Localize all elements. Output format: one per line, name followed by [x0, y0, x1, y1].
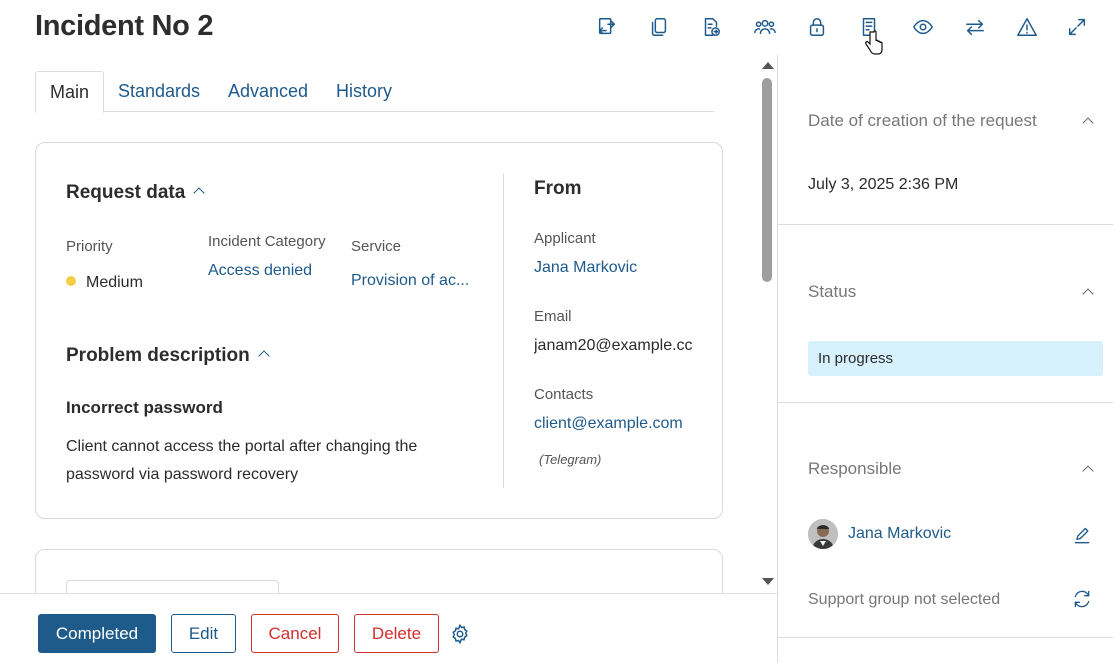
chevron-up-icon[interactable]: [1082, 288, 1094, 300]
eye-icon[interactable]: [908, 12, 938, 42]
category-link[interactable]: Access denied: [208, 262, 312, 280]
completed-button[interactable]: Completed: [38, 614, 156, 653]
edit-button[interactable]: Edit: [171, 614, 236, 653]
pencil-icon[interactable]: [1072, 526, 1092, 546]
responsible-section: Responsible Jana Markovic Support group …: [778, 403, 1113, 638]
main-scrollbar[interactable]: [760, 60, 774, 587]
lock-icon[interactable]: [802, 12, 832, 42]
chevron-up-icon[interactable]: [258, 350, 270, 362]
refresh-icon[interactable]: [1072, 589, 1092, 609]
email-label: Email: [534, 308, 572, 325]
group-icon[interactable]: [750, 12, 780, 42]
copy-icon[interactable]: [644, 12, 674, 42]
priority-value: Medium: [66, 274, 143, 292]
swap-icon[interactable]: [960, 12, 990, 42]
contacts-label: Contacts: [534, 386, 594, 403]
gear-icon[interactable]: [449, 623, 471, 645]
side-panel: Date of creation of the request July 3, …: [777, 55, 1113, 663]
applicant-link[interactable]: Jana Markovic: [534, 259, 637, 277]
expand-icon[interactable]: [1062, 12, 1092, 42]
page-title: Incident No 2: [35, 10, 214, 42]
avatar: [808, 519, 838, 549]
problem-text-line2: password via password recovery: [66, 466, 299, 483]
problem-description-header[interactable]: Problem description: [66, 345, 270, 367]
chevron-up-icon[interactable]: [1082, 117, 1094, 129]
action-footer: Completed Edit Cancel Delete: [0, 593, 777, 663]
responsible-label: Responsible: [808, 459, 902, 478]
problem-description-title: Problem description: [66, 345, 250, 366]
request-data-title: Request data: [66, 182, 186, 203]
tab-bar: Main Standards Advanced History: [35, 71, 714, 113]
transfer-icon[interactable]: [592, 12, 622, 42]
service-label: Service: [351, 238, 402, 255]
request-card: Request data Priority Medium Incident Ca…: [35, 142, 723, 519]
priority-label: Priority: [66, 238, 113, 255]
service-link[interactable]: Provision of ac...: [351, 272, 469, 290]
from-title: From: [534, 178, 582, 199]
status-section: Status In progress: [778, 225, 1113, 403]
priority-dot-icon: [66, 276, 76, 286]
header-toolbar: [590, 12, 1100, 42]
scroll-thumb[interactable]: [762, 78, 772, 282]
date-value: July 3, 2025 2:36 PM: [808, 176, 959, 193]
email-value: janam20@example.cc: [534, 337, 692, 354]
warning-icon[interactable]: [1012, 12, 1042, 42]
scroll-down-icon[interactable]: [762, 578, 774, 585]
support-group-text: Support group not selected: [808, 591, 1001, 608]
request-data-header[interactable]: Request data: [66, 182, 205, 204]
contacts-channel: (Telegram): [539, 452, 602, 467]
tab-standards[interactable]: Standards: [104, 71, 214, 112]
date-section: Date of creation of the request July 3, …: [778, 55, 1113, 225]
tab-history[interactable]: History: [322, 71, 406, 112]
category-label: Incident Category: [208, 233, 326, 250]
chevron-up-icon[interactable]: [193, 187, 205, 199]
delete-button[interactable]: Delete: [354, 614, 439, 653]
problem-text-line1: Client cannot access the portal after ch…: [66, 438, 418, 455]
status-label: Status: [808, 282, 857, 301]
chevron-up-icon[interactable]: [1082, 465, 1094, 477]
hand-cursor-icon: [865, 30, 883, 55]
cancel-button[interactable]: Cancel: [251, 614, 339, 653]
tab-advanced[interactable]: Advanced: [214, 71, 322, 112]
responsible-link[interactable]: Jana Markovic: [848, 525, 951, 543]
tab-main[interactable]: Main: [35, 71, 105, 113]
status-badge: In progress: [808, 341, 1103, 376]
applicant-label: Applicant: [534, 230, 596, 247]
contacts-link[interactable]: client@example.com: [534, 415, 692, 433]
scroll-up-icon[interactable]: [762, 62, 774, 69]
date-label: Date of creation of the request: [808, 111, 1037, 130]
column-divider: [503, 173, 504, 488]
export-icon[interactable]: [696, 12, 726, 42]
problem-subject: Incorrect password: [66, 398, 223, 417]
